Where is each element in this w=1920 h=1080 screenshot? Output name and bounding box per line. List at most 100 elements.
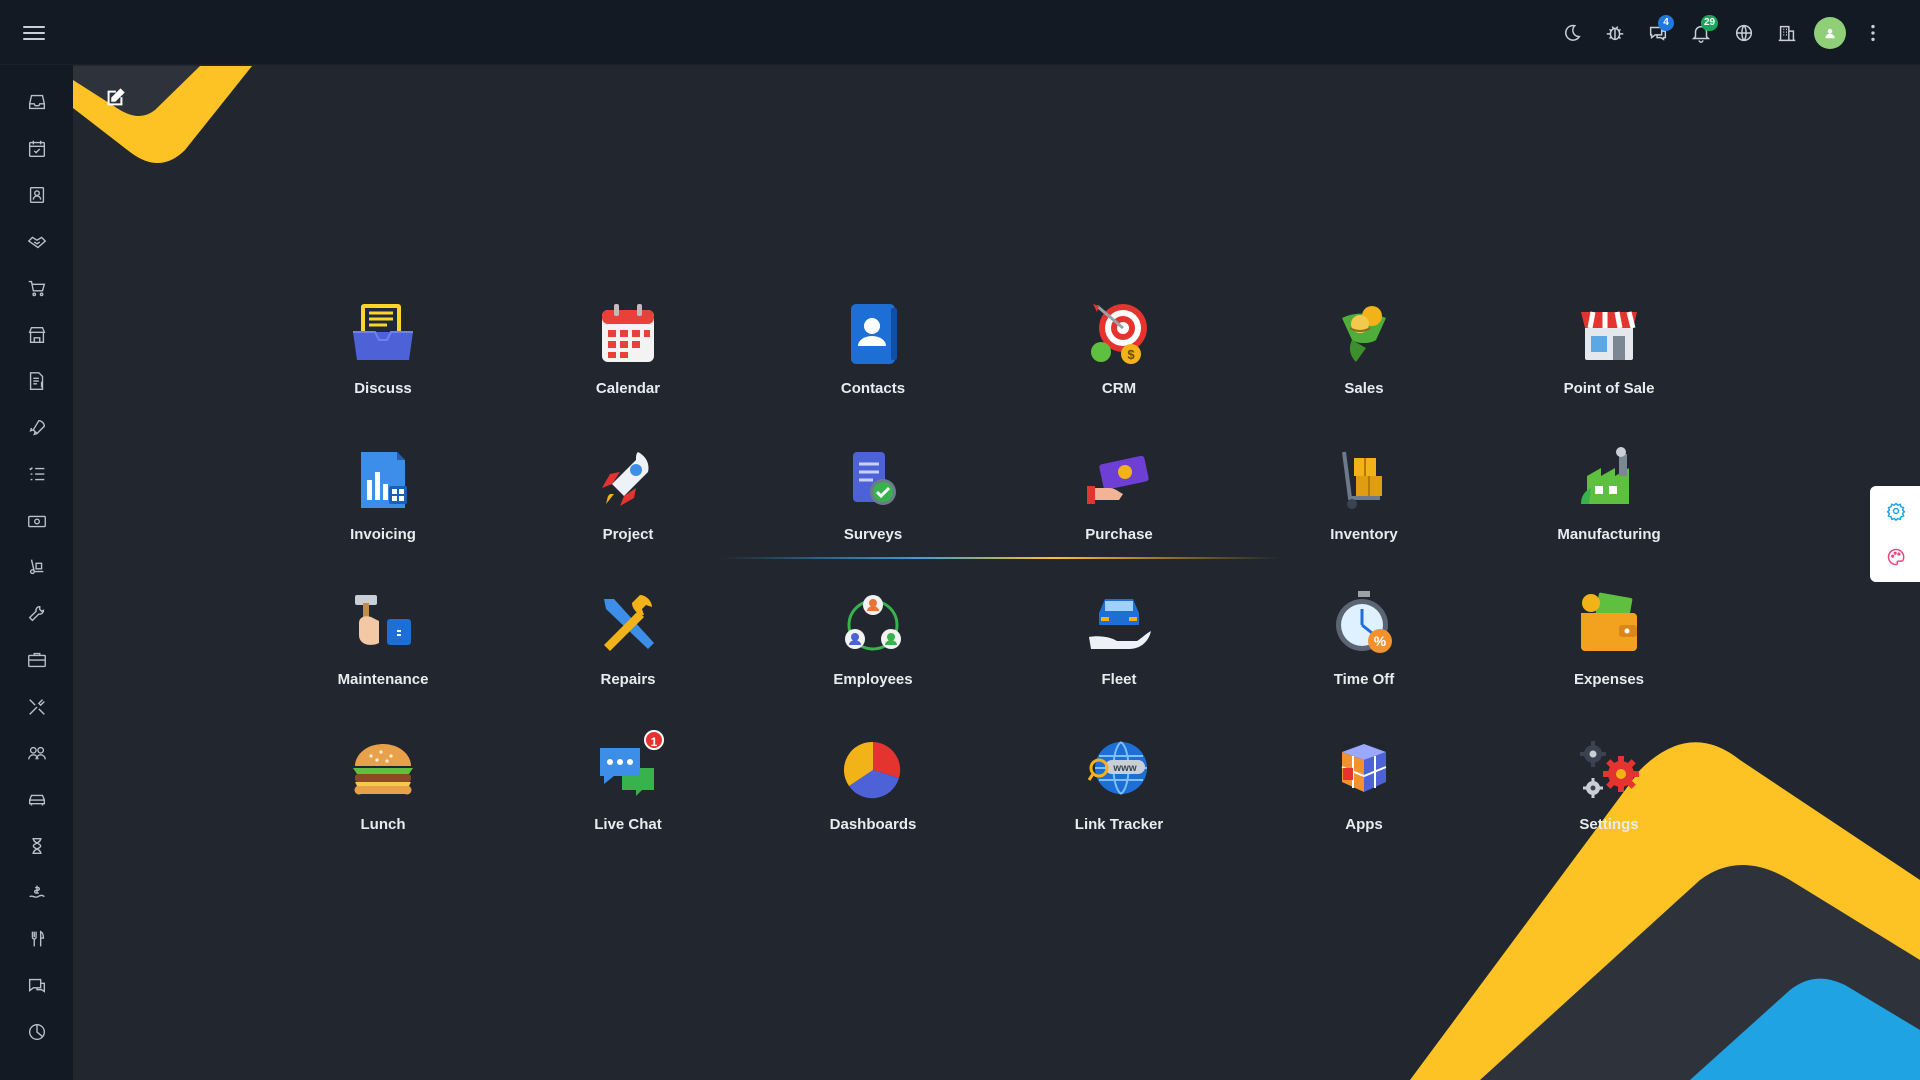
discuss-icon <box>345 296 421 372</box>
avatar <box>1813 17 1846 49</box>
app-employees[interactable]: Employees <box>773 587 973 697</box>
app-lunch[interactable]: Lunch <box>283 732 483 842</box>
app-project[interactable]: Project <box>528 442 728 552</box>
app-discuss[interactable]: Discuss <box>283 296 483 406</box>
company-icon[interactable] <box>1765 13 1808 53</box>
sidebar-live-chat-icon[interactable] <box>22 971 52 1001</box>
live-chat-icon: 1 <box>590 730 666 808</box>
app-label: Surveys <box>843 526 903 543</box>
language-icon[interactable] <box>1722 13 1765 53</box>
app-grid: Discuss Calendar Contacts $ CRM Sales Po… <box>256 296 1732 856</box>
contacts-icon <box>835 296 911 372</box>
sidebar-dashboards-pie-icon[interactable] <box>22 1017 52 1047</box>
sidebar-calendar-icon[interactable] <box>22 134 52 164</box>
app-sales[interactable]: Sales <box>1264 296 1464 406</box>
topbar-actions: 4 29 <box>1550 13 1894 53</box>
app-settings[interactable]: Settings <box>1509 732 1709 842</box>
point-of-sale-icon <box>1571 296 1647 372</box>
surveys-icon <box>835 442 911 518</box>
notifications-icon[interactable]: 29 <box>1679 13 1722 53</box>
app-inventory[interactable]: Inventory <box>1264 442 1464 552</box>
app-label: Sales <box>1344 380 1384 397</box>
sidebar-contacts-icon[interactable] <box>22 180 52 210</box>
app-label: Time Off <box>1333 671 1395 688</box>
app-live-chat[interactable]: 1 Live Chat <box>528 730 728 842</box>
settings-icon <box>1571 732 1647 808</box>
top-navbar: 4 29 <box>0 0 1920 65</box>
sidebar-repairs-tools-icon[interactable] <box>22 692 52 722</box>
messages-badge: 4 <box>1658 15 1674 31</box>
svg-text:$: $ <box>1127 347 1135 362</box>
app-label: Link Tracker <box>1074 816 1164 833</box>
app-label: Project <box>602 526 654 543</box>
app-label: Employees <box>833 671 913 688</box>
app-label: Maintenance <box>337 671 429 688</box>
sales-icon <box>1326 296 1402 372</box>
app-expenses[interactable]: Expenses <box>1509 587 1709 697</box>
app-label: Apps <box>1345 816 1383 833</box>
app-label: Repairs <box>600 671 656 688</box>
sidebar-lunch-icon[interactable] <box>22 924 52 954</box>
sidebar-surveys-list-icon[interactable] <box>22 459 52 489</box>
app-label: Contacts <box>840 380 906 397</box>
bug-icon[interactable] <box>1593 13 1636 53</box>
app-label: Discuss <box>354 380 412 397</box>
app-crm[interactable]: $ CRM <box>1019 296 1219 406</box>
app-link-tracker[interactable]: www Link Tracker <box>1019 732 1219 842</box>
app-label: Live Chat <box>594 816 662 833</box>
app-dashboards[interactable]: Dashboards <box>773 732 973 842</box>
app-label: Inventory <box>1330 526 1398 543</box>
app-fleet[interactable]: Fleet <box>1019 587 1219 697</box>
app-repairs[interactable]: Repairs <box>528 587 728 697</box>
employees-icon <box>835 587 911 663</box>
live-chat-badge: 1 <box>644 730 664 750</box>
sidebar-sales-cart-icon[interactable] <box>22 273 52 303</box>
sidebar-project-rocket-icon[interactable] <box>22 413 52 443</box>
sidebar-fleet-car-icon[interactable] <box>22 785 52 815</box>
sidebar-time-off-hourglass-icon[interactable] <box>22 831 52 861</box>
app-purchase[interactable]: Purchase <box>1019 442 1219 552</box>
hamburger-icon[interactable] <box>20 20 50 46</box>
sidebar-invoicing-icon[interactable] <box>22 366 52 396</box>
app-time-off[interactable]: % Time Off <box>1264 587 1464 697</box>
sidebar-briefcase-icon[interactable] <box>22 645 52 675</box>
sidebar-discuss-inbox-icon[interactable] <box>22 87 52 117</box>
svg-text:www: www <box>1112 763 1137 774</box>
sidebar-maintenance-wrench-icon[interactable] <box>22 599 52 629</box>
sidebar-purchase-money-icon[interactable] <box>22 506 52 536</box>
theme-palette-icon[interactable] <box>1876 536 1916 578</box>
app-manufacturing[interactable]: Manufacturing <box>1509 442 1709 552</box>
fleet-icon <box>1081 587 1157 663</box>
edit-home-icon[interactable] <box>104 87 126 109</box>
app-label: Lunch <box>360 816 406 833</box>
messages-icon[interactable]: 4 <box>1636 13 1679 53</box>
app-calendar[interactable]: Calendar <box>528 296 728 406</box>
expenses-icon <box>1571 587 1647 663</box>
svg-text:%: % <box>1374 633 1387 649</box>
app-label: Settings <box>1579 816 1639 833</box>
inventory-icon <box>1326 442 1402 518</box>
project-rocket-icon <box>590 442 666 518</box>
sidebar-inventory-icon[interactable] <box>22 552 52 582</box>
user-avatar[interactable] <box>1808 13 1851 53</box>
maintenance-icon <box>345 587 421 663</box>
app-point-of-sale[interactable]: Point of Sale <box>1509 296 1709 406</box>
app-apps[interactable]: Apps <box>1264 732 1464 842</box>
app-label: Fleet <box>1101 671 1137 688</box>
notifications-badge: 29 <box>1701 15 1719 31</box>
dark-mode-icon[interactable] <box>1550 13 1593 53</box>
app-invoicing[interactable]: Invoicing <box>283 442 483 552</box>
app-label: Manufacturing <box>1557 526 1661 543</box>
manufacturing-icon <box>1571 442 1647 518</box>
purchase-icon <box>1081 442 1157 518</box>
sidebar-crm-handshake-icon[interactable] <box>22 227 52 257</box>
sidebar-point-of-sale-store-icon[interactable] <box>22 320 52 350</box>
sidebar-expenses-icon[interactable] <box>22 878 52 908</box>
sidebar-employees-icon[interactable] <box>22 738 52 768</box>
more-options-icon[interactable] <box>1851 13 1894 53</box>
app-surveys[interactable]: Surveys <box>773 442 973 552</box>
settings-gear-icon[interactable] <box>1876 490 1916 532</box>
app-maintenance[interactable]: Maintenance <box>283 587 483 697</box>
app-contacts[interactable]: Contacts <box>773 296 973 406</box>
link-tracker-icon: www <box>1081 732 1157 808</box>
